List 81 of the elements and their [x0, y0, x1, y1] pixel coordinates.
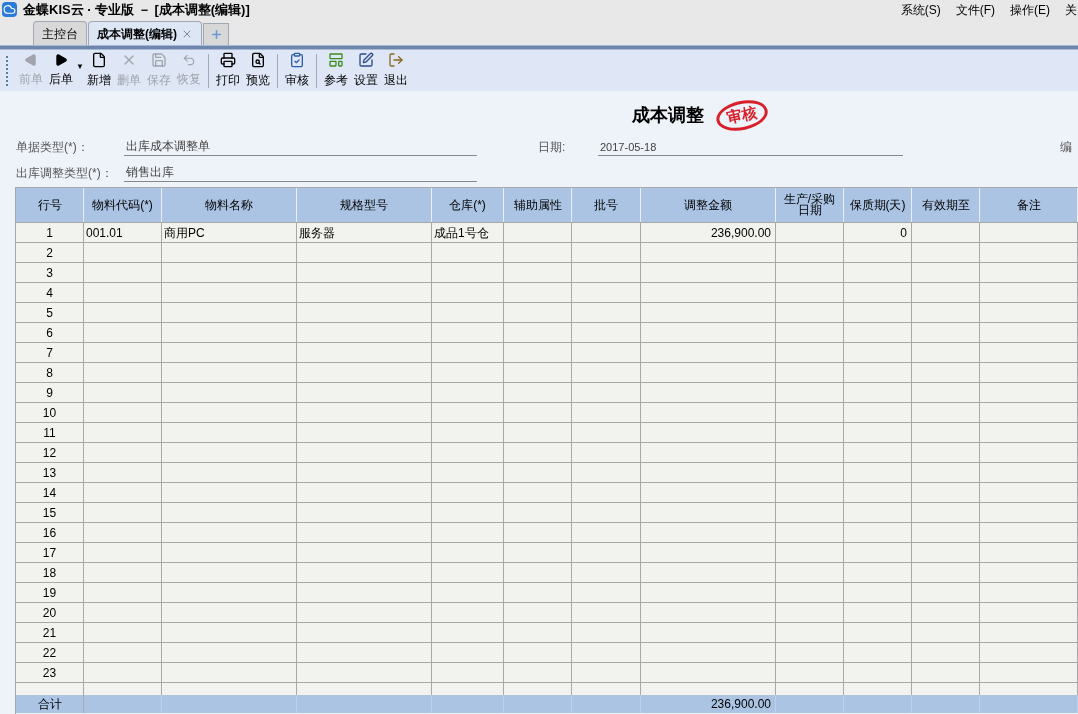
checklist-icon [288, 52, 305, 68]
table-cell-text: 18 [42, 564, 57, 582]
column-header[interactable]: 有效期至 [919, 199, 972, 211]
toolbar-button[interactable]: 预览 [242, 52, 273, 89]
menu-item[interactable]: 文件(F) [955, 0, 995, 19]
table-cell-text: 服务器 [299, 224, 335, 242]
right-triangle-icon [54, 53, 68, 67]
table-cell-text: 4 [46, 284, 53, 302]
column-header[interactable]: 批号 [592, 199, 620, 211]
field-label: 编 [1060, 139, 1072, 156]
plus-icon [209, 28, 223, 41]
layout-icon [327, 52, 344, 68]
table-cell-text: 22 [42, 644, 57, 662]
field-label: 日期: [538, 139, 567, 156]
new-tab-button[interactable] [203, 23, 229, 45]
table-cell-text: 11 [43, 424, 56, 442]
table-cell-text: 成品1号仓 [434, 224, 489, 242]
left-triangle-icon [24, 53, 38, 67]
column-header[interactable]: 物料名称 [203, 199, 255, 211]
toolbar-button[interactable]: 打印 [212, 52, 243, 89]
edit-icon [357, 52, 374, 68]
table-cell-text: 23 [42, 664, 57, 682]
table-cell-text: 16 [42, 524, 57, 542]
field-label: 单据类型(*)： [16, 139, 90, 156]
toolbar-button[interactable]: 新增 [83, 52, 114, 89]
toolbar-button[interactable]: 设置 [350, 52, 381, 89]
tab[interactable]: 主控台 [33, 21, 87, 45]
preview-icon [249, 52, 266, 68]
table-cell-text: 0 [900, 224, 907, 242]
menu-item[interactable]: 关 [1065, 0, 1077, 19]
input-field[interactable]: 销售出库 [124, 163, 477, 182]
menu-item[interactable]: 操作(E) [1010, 0, 1050, 19]
column-header[interactable]: 规格型号 [338, 199, 390, 211]
table-cell-text: 10 [42, 404, 57, 422]
column-header[interactable]: 物料代码(*) [90, 199, 155, 211]
tab[interactable]: 成本调整(编辑) [88, 21, 202, 45]
input-field[interactable]: 出库成本调整单 [124, 137, 477, 156]
toolbar-button[interactable]: 审核 [281, 52, 312, 89]
table-cell-text: 商用PC [164, 224, 205, 242]
table-cell-text: 001.01 [86, 224, 123, 242]
table-cell-text: 9 [46, 384, 53, 402]
column-header[interactable]: 生产/采购日期 [776, 194, 843, 216]
window-title: 金蝶KIS云 · 专业版 － [成本调整(编辑)] [23, 0, 250, 19]
save-icon [150, 52, 167, 68]
toolbar-button[interactable]: 参考 [320, 52, 351, 89]
app-logo-icon [2, 2, 17, 17]
table-cell-text: 14 [42, 484, 57, 502]
column-header[interactable]: 仓库(*) [447, 199, 488, 211]
column-header[interactable]: 行号 [35, 199, 64, 211]
table-cell-text: 20 [42, 604, 57, 622]
toolbar-button[interactable]: 退出 [380, 52, 411, 89]
table-cell-text: 17 [42, 544, 57, 562]
total-amount: 236,900.00 [710, 696, 771, 713]
toolbar-button[interactable]: 后单 [46, 53, 76, 88]
table-cell-text: 19 [42, 584, 57, 602]
table-cell-text: 13 [42, 464, 57, 482]
table-cell-text: 8 [46, 364, 53, 382]
menu-item[interactable]: 系统(S) [900, 0, 941, 19]
field-label: 出库调整类型(*)： [16, 165, 114, 182]
form-title: 成本调整 [632, 103, 704, 127]
total-label: 合计 [37, 696, 62, 713]
exit-icon [387, 52, 404, 68]
undo-icon [181, 53, 196, 67]
input-field[interactable]: 2017-05-18 [598, 138, 903, 156]
table-cell-text: 236,900.00 [710, 224, 771, 242]
table-cell-text: 6 [46, 324, 53, 342]
document-icon [90, 52, 107, 68]
table-cell-text: 21 [42, 624, 57, 642]
table-cell-text: 15 [42, 504, 57, 522]
table-cell-text: 12 [42, 444, 57, 462]
table-cell-text: 3 [46, 264, 53, 282]
table-cell-text: 2 [46, 244, 53, 262]
column-header[interactable]: 辅助属性 [511, 199, 564, 211]
column-header[interactable]: 调整金额 [682, 199, 734, 211]
printer-icon [219, 52, 236, 68]
table-cell-text: 5 [46, 304, 53, 322]
column-header[interactable]: 备注 [1014, 199, 1043, 211]
table-cell-text: 7 [46, 344, 53, 362]
caret-icon[interactable]: ▼ [76, 61, 84, 73]
table-cell-text: 1 [46, 224, 53, 242]
column-header[interactable]: 保质期(天) [847, 199, 908, 211]
